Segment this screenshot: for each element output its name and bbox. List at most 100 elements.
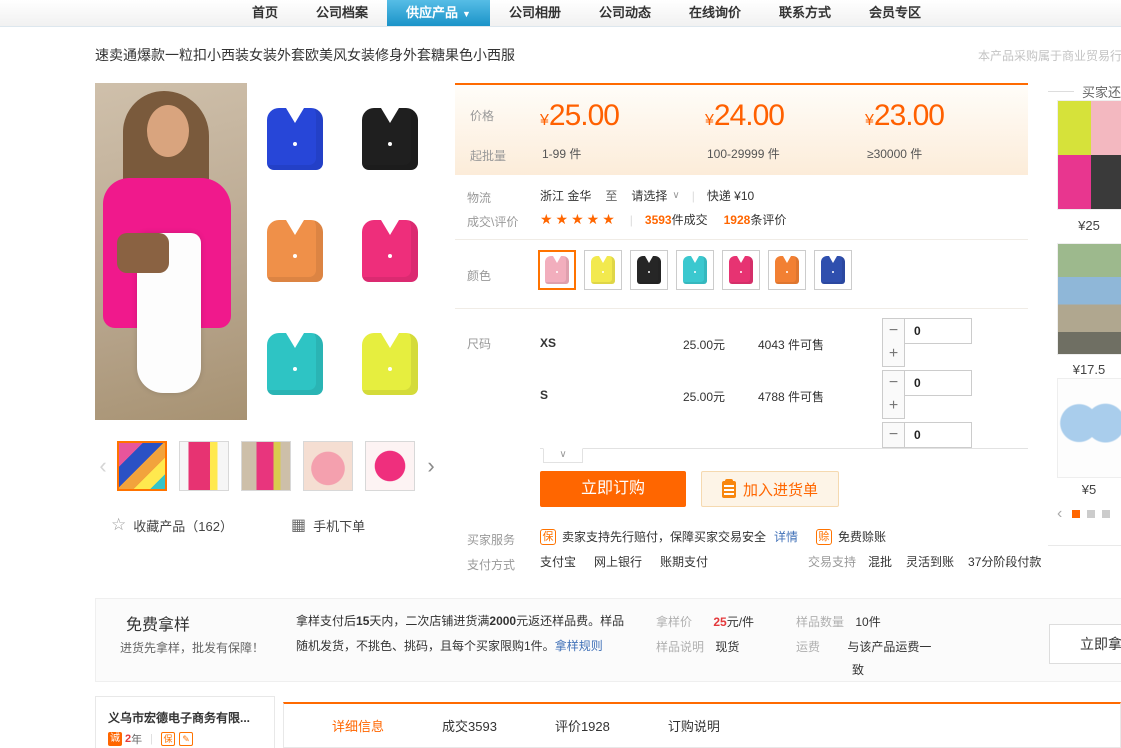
sidebar-prev-icon[interactable]: ‹	[1057, 505, 1062, 523]
swatch-pink[interactable]	[538, 250, 576, 290]
get-sample-button[interactable]: 立即拿样	[1049, 624, 1121, 664]
divider: |	[150, 733, 153, 745]
add-to-cart-button[interactable]: 加入进货单	[701, 471, 839, 507]
sample-rule-link[interactable]: 拿样规则	[555, 639, 603, 653]
destination-select[interactable]: 请选择	[631, 187, 667, 204]
blazer-color-grid	[247, 83, 438, 420]
sidebar-product-1-image[interactable]	[1057, 100, 1121, 210]
nav-item-products[interactable]: 供应产品▼	[387, 0, 490, 26]
order-now-button[interactable]: 立即订购	[540, 471, 686, 507]
tab-order-notes[interactable]: 订购说明	[668, 716, 720, 735]
swatch-orange[interactable]	[768, 250, 806, 290]
qty-input-xs[interactable]	[904, 318, 972, 344]
thumbnail-5[interactable]	[365, 441, 415, 491]
swatch-rose[interactable]	[722, 250, 760, 290]
tier-price: 24.00	[714, 99, 784, 132]
payment-label: 支付方式	[467, 556, 515, 573]
trade-notice: 本产品采购属于商业贸易行为	[978, 47, 1121, 64]
sidebar-heading-text: 买家还在看	[1082, 82, 1121, 101]
tier-range: ≥30000 件	[867, 145, 922, 162]
thumbnail-3[interactable]	[241, 441, 291, 491]
thumbnail-1[interactable]	[117, 441, 167, 491]
color-label: 颜色	[467, 267, 491, 284]
sample-subtitle: 进货先拿样，批发有保障！	[120, 639, 264, 656]
plus-button[interactable]: +	[882, 343, 905, 367]
trade-flexible: 灵活到账	[906, 553, 954, 570]
minus-button[interactable]: −	[882, 422, 905, 448]
desc-text: 随机发货，不挑色、挑码，且每个买家限购1件。	[296, 639, 555, 653]
currency-symbol: ¥	[705, 112, 714, 129]
thumbs-prev-icon[interactable]: ‹	[95, 441, 111, 491]
tab-deals[interactable]: 成交3593	[442, 716, 497, 735]
detail-link[interactable]: 详情	[774, 528, 798, 545]
currency-symbol: ¥	[540, 112, 549, 129]
tab-reviews[interactable]: 评价1928	[555, 716, 610, 735]
model-face	[147, 105, 189, 157]
guarantee-text: 卖家支持先行赔付，保障买家交易安全	[562, 528, 766, 545]
pager-dot-3[interactable]	[1102, 510, 1110, 518]
nav-item-company-album[interactable]: 公司相册	[490, 0, 580, 26]
blazer-blue	[267, 108, 323, 170]
nav-item-online-inquiry[interactable]: 在线询价	[670, 0, 760, 26]
sidebar-product-3-image[interactable]	[1057, 378, 1121, 478]
seller-card: 义乌市宏德电子商务有限... 诚 2 年 | 保 ✎	[95, 696, 275, 748]
size-label: 尺码	[467, 335, 491, 352]
main-product-image[interactable]	[95, 83, 438, 420]
review-count[interactable]: 1928	[724, 213, 751, 227]
swatch-teal[interactable]	[676, 250, 714, 290]
seller-badges: 诚 2 年 | 保 ✎	[108, 731, 197, 747]
deal-count[interactable]: 3593	[645, 213, 672, 227]
divider	[1048, 91, 1074, 92]
desc-text: 天内，二次店铺进货满	[369, 614, 489, 628]
price-panel: 价格 起批量 ¥25.00 1-99 件 ¥24.00 100-29999 件 …	[455, 83, 1028, 175]
size-price-s: 25.00元	[683, 388, 725, 405]
sidebar-product-2-image[interactable]	[1057, 243, 1121, 355]
price-tier-2: ¥24.00 100-29999 件	[705, 99, 865, 133]
desc-text: 拿样支付后	[296, 614, 356, 628]
thumbs-next-icon[interactable]: ›	[423, 441, 439, 491]
thumbnail-4[interactable]	[303, 441, 353, 491]
seller-years-suffix: 年	[131, 731, 142, 747]
swatch-blue[interactable]	[814, 250, 852, 290]
swatch-yellow[interactable]	[584, 250, 622, 290]
sample-ship-value: 与该产品运费一	[847, 640, 931, 654]
seller-name[interactable]: 义乌市宏德电子商务有限...	[108, 709, 264, 726]
color-swatch-row	[538, 250, 860, 290]
swatch-black[interactable]	[630, 250, 668, 290]
nav-item-company-profile[interactable]: 公司档案	[297, 0, 387, 26]
minus-button[interactable]: −	[882, 318, 905, 344]
detail-tabs: 详细信息 成交3593 评价1928 订购说明	[283, 702, 1121, 748]
plus-button[interactable]: +	[882, 395, 905, 419]
pager-dot-2[interactable]	[1087, 510, 1095, 518]
tier-range: 100-29999 件	[707, 145, 780, 162]
sample-title: 免费拿样	[126, 611, 190, 635]
size-name-s: S	[540, 388, 548, 402]
credit-text: 免费赊账	[838, 528, 886, 545]
nav-item-company-news[interactable]: 公司动态	[580, 0, 670, 26]
nav-item-contact[interactable]: 联系方式	[760, 0, 850, 26]
chevron-down-icon[interactable]: ∨	[672, 190, 679, 201]
logistics-origin: 浙江 金华	[540, 187, 591, 204]
tier-range: 1-99 件	[542, 145, 581, 162]
actions-row: ☆ 收藏产品（162） ▦ 手机下单	[95, 514, 443, 536]
mobile-order-link[interactable]: 手机下单	[313, 516, 365, 535]
nav-item-member-zone[interactable]: 会员专区	[850, 0, 940, 26]
sample-qty-row: 样品数量 10件	[796, 613, 881, 630]
nav-item-home[interactable]: 首页	[233, 0, 297, 26]
trade-support-items: 混批 灵活到账 37分阶段付款	[868, 553, 1055, 570]
size-price-xs: 25.00元	[683, 336, 725, 353]
qty-input-s[interactable]	[904, 370, 972, 396]
favorite-product-link[interactable]: 收藏产品（162）	[133, 516, 233, 535]
tab-detail-info[interactable]: 详细信息	[332, 716, 384, 735]
sample-price-unit: 元/件	[727, 615, 754, 629]
qty-input-3[interactable]	[904, 422, 972, 448]
sample-qty-value: 10件	[855, 615, 880, 629]
star-rating-icon: ★★★★★	[540, 211, 618, 228]
blazer-orange	[267, 220, 323, 282]
thumbnail-2[interactable]	[179, 441, 229, 491]
pager-dot-1[interactable]	[1072, 510, 1080, 518]
expand-sizes-button[interactable]: ∨	[543, 448, 583, 463]
minus-button[interactable]: −	[882, 370, 905, 396]
price-tier-3: ¥23.00 ≥30000 件	[865, 99, 1025, 133]
deal-suffix: 件成交	[672, 211, 708, 228]
